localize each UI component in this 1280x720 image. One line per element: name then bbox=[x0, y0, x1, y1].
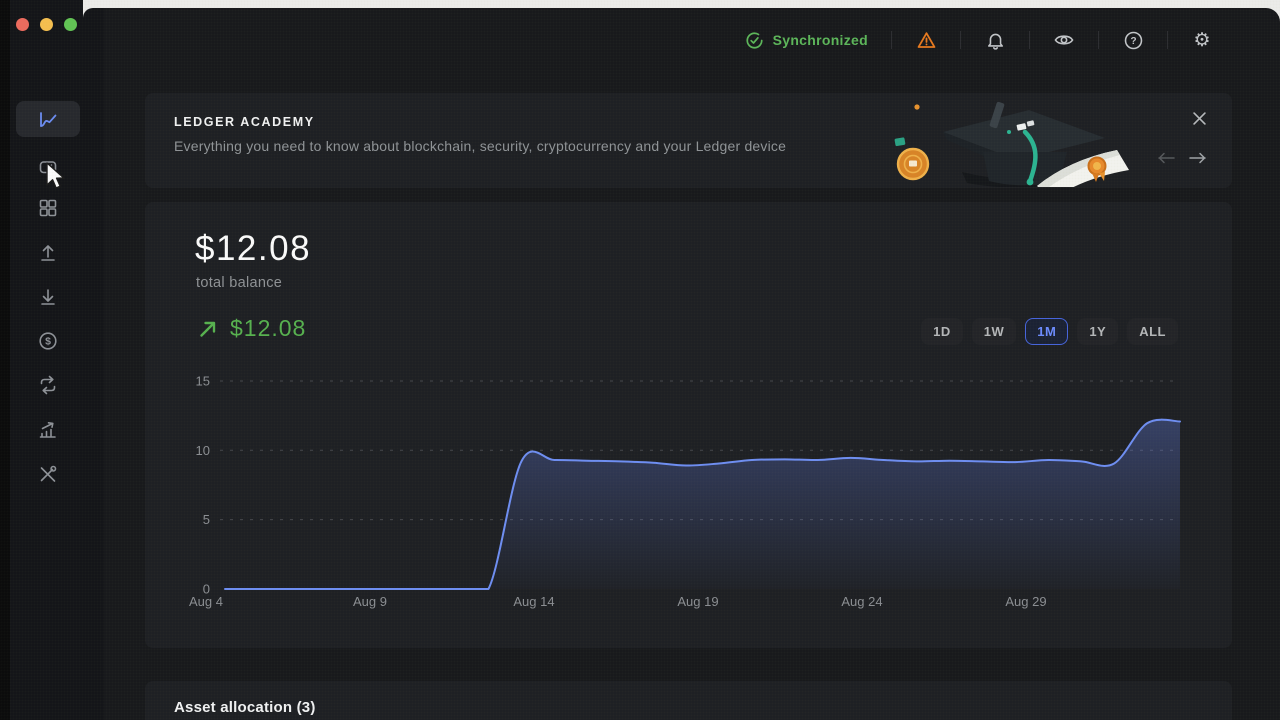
sidebar: $ bbox=[10, 0, 83, 720]
arrow-right-icon bbox=[1189, 152, 1206, 164]
time-range-selector: 1D 1W 1M 1Y ALL bbox=[921, 318, 1178, 345]
academy-banner[interactable]: LEDGER ACADEMY Everything you need to kn… bbox=[145, 93, 1232, 188]
close-window-button[interactable] bbox=[16, 18, 29, 31]
banner-prev-button[interactable] bbox=[1156, 151, 1176, 169]
svg-text:Aug 4: Aug 4 bbox=[189, 594, 223, 609]
warning-icon bbox=[917, 31, 935, 48]
line-chart-icon bbox=[40, 112, 57, 127]
apps-grid-icon bbox=[39, 199, 57, 217]
background-window-edge bbox=[0, 0, 10, 720]
asset-allocation-card[interactable]: Asset allocation (3) bbox=[145, 681, 1232, 720]
close-icon bbox=[1192, 111, 1206, 125]
svg-text:Aug 14: Aug 14 bbox=[513, 594, 554, 609]
topbar-divider bbox=[960, 31, 961, 49]
help-icon: ? bbox=[1124, 31, 1142, 49]
settings-icon: ⚙ bbox=[1193, 29, 1211, 51]
range-button-all[interactable]: ALL bbox=[1127, 318, 1178, 345]
sync-status[interactable]: Synchronized bbox=[745, 31, 868, 50]
sidebar-item-portfolio[interactable] bbox=[16, 101, 80, 137]
app-window: $ Synchronized ? ⚙ LEDGER ACADEMY Everyt… bbox=[0, 0, 1280, 720]
warning-button[interactable] bbox=[915, 29, 937, 51]
bell-icon bbox=[987, 33, 1003, 50]
topbar: Synchronized ? ⚙ bbox=[745, 20, 1213, 60]
sidebar-item-swap[interactable] bbox=[16, 367, 80, 403]
topbar-divider bbox=[1029, 31, 1030, 49]
balance-chart[interactable]: 0 5 10 15 Aug 4 Aug 9 Aug 14 Aug 19 Aug 24 Aug 29 bbox=[180, 370, 1190, 620]
main-area: Synchronized ? ⚙ LEDGER ACADEMY Everythi… bbox=[104, 8, 1280, 720]
trend-up-arrow-icon bbox=[200, 321, 216, 337]
receive-arrow-down-icon bbox=[41, 289, 55, 305]
tools-icon bbox=[40, 465, 57, 482]
topbar-divider bbox=[1098, 31, 1099, 49]
range-button-1m[interactable]: 1M bbox=[1025, 318, 1069, 345]
help-button[interactable]: ? bbox=[1122, 29, 1144, 51]
total-balance-value: $12.08 bbox=[195, 229, 312, 268]
settings-button[interactable]: ⚙ bbox=[1191, 29, 1213, 51]
sidebar-item-receive[interactable] bbox=[16, 279, 80, 315]
sidebar-item-send[interactable] bbox=[16, 235, 80, 271]
total-balance-label: total balance bbox=[196, 275, 283, 291]
svg-text:Aug 29: Aug 29 bbox=[1005, 594, 1046, 609]
discreet-mode-button[interactable] bbox=[1053, 29, 1075, 51]
arrow-left-icon bbox=[1158, 152, 1175, 164]
academy-illustration bbox=[894, 101, 1129, 187]
balance-delta-value: $12.08 bbox=[230, 315, 307, 341]
swap-arrows-icon bbox=[40, 375, 56, 395]
sidebar-item-discover[interactable] bbox=[16, 190, 80, 226]
svg-text:Aug 19: Aug 19 bbox=[677, 594, 718, 609]
banner-description: Everything you need to know about blockc… bbox=[174, 138, 787, 154]
topbar-divider bbox=[1167, 31, 1168, 49]
eye-icon bbox=[1054, 35, 1074, 45]
mouse-cursor bbox=[46, 162, 65, 189]
bar-growth-icon bbox=[39, 422, 56, 438]
window-controls bbox=[16, 18, 77, 31]
portfolio-card: $12.08 total balance $12.08 1D 1W 1M 1Y … bbox=[145, 202, 1232, 648]
dollar-circle-icon: $ bbox=[39, 332, 57, 350]
sidebar-item-buy-sell[interactable]: $ bbox=[16, 323, 80, 359]
sidebar-corner bbox=[83, 8, 104, 720]
topbar-divider bbox=[891, 31, 892, 49]
check-circle-icon bbox=[746, 31, 763, 49]
svg-text:?: ? bbox=[1130, 36, 1136, 47]
balance-delta: $12.08 bbox=[197, 315, 306, 342]
zoom-window-button[interactable] bbox=[64, 18, 77, 31]
svg-text:15: 15 bbox=[196, 373, 210, 388]
svg-text:Aug 9: Aug 9 bbox=[353, 594, 387, 609]
banner-next-button[interactable] bbox=[1188, 151, 1208, 169]
send-arrow-up-icon bbox=[41, 245, 55, 261]
range-button-1y[interactable]: 1Y bbox=[1077, 318, 1119, 345]
range-button-1w[interactable]: 1W bbox=[971, 318, 1017, 345]
range-button-1d[interactable]: 1D bbox=[921, 318, 963, 345]
sync-status-label: Synchronized bbox=[772, 32, 868, 48]
sidebar-item-earn[interactable] bbox=[16, 412, 80, 448]
banner-close-button[interactable] bbox=[1190, 109, 1208, 127]
notifications-button[interactable] bbox=[984, 29, 1006, 51]
svg-text:Aug 24: Aug 24 bbox=[841, 594, 882, 609]
banner-eyebrow: LEDGER ACADEMY bbox=[174, 115, 315, 129]
svg-text:10: 10 bbox=[196, 443, 210, 458]
sidebar-item-my-ledger[interactable] bbox=[16, 456, 80, 492]
asset-allocation-title: Asset allocation (3) bbox=[174, 699, 316, 716]
svg-text:$: $ bbox=[45, 336, 51, 348]
svg-text:5: 5 bbox=[203, 512, 210, 527]
minimize-window-button[interactable] bbox=[40, 18, 53, 31]
